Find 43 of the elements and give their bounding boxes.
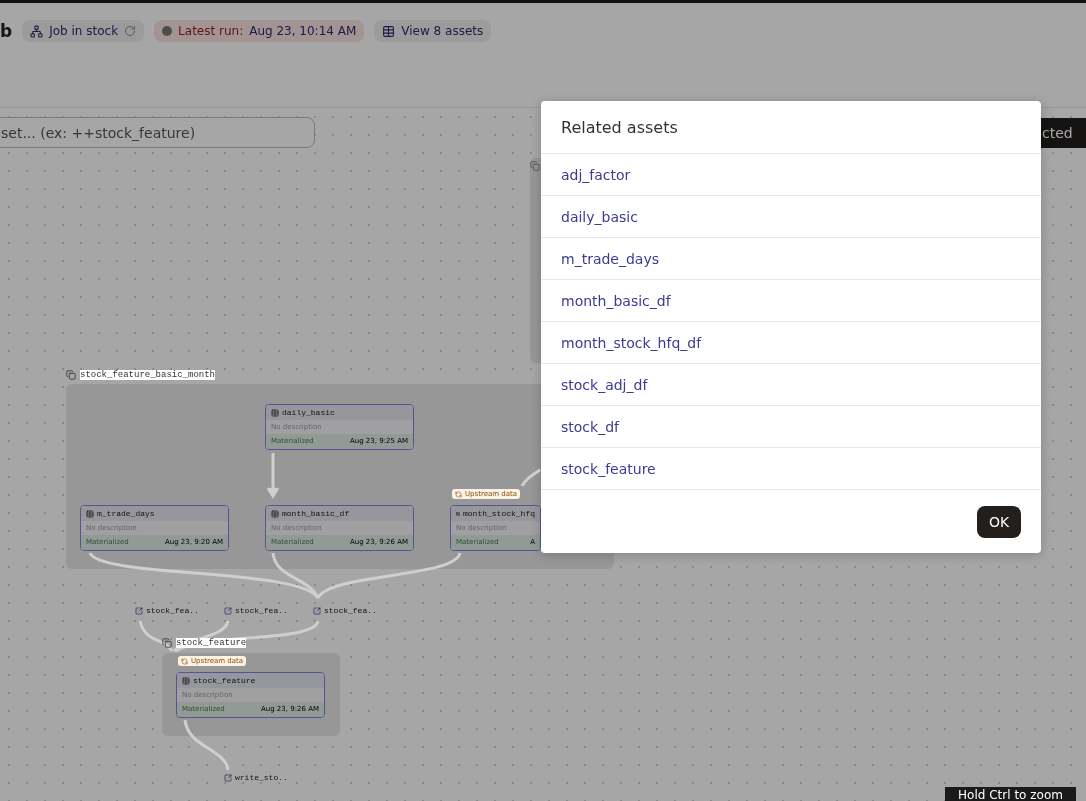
zoom-tooltip: Hold Ctrl to zoom	[945, 787, 1076, 801]
toggle-button[interactable]: cted	[1041, 118, 1086, 148]
status-dot	[162, 26, 173, 36]
op-node[interactable]: stock_fea..	[135, 606, 199, 615]
ok-button[interactable]: OK	[977, 505, 1021, 538]
run-label: Latest run:	[178, 24, 244, 38]
latest-run-pill[interactable]: Latest run: Aug 23, 10:14 AM	[154, 20, 365, 42]
view-assets-pill[interactable]: View 8 assets	[374, 20, 492, 42]
external-link-icon	[224, 606, 232, 615]
asset-link[interactable]: m_trade_days	[541, 238, 1041, 280]
external-link-icon	[135, 606, 143, 615]
group-label: stock_feature	[176, 638, 247, 648]
asset-name: stock_feature	[193, 676, 256, 685]
group-icon	[162, 638, 172, 648]
group-icon	[66, 370, 76, 380]
network-icon	[30, 24, 44, 38]
group-label: stock_feature_basic_month	[80, 370, 216, 380]
asset-link[interactable]: daily_basic	[541, 196, 1041, 238]
asset-name: daily_basic	[282, 408, 335, 417]
external-link-icon	[313, 606, 321, 615]
asset-link[interactable]: month_basic_df	[541, 280, 1041, 322]
asset-name: month_stock_hfq	[463, 509, 535, 518]
op-node[interactable]: write_sto..	[224, 773, 288, 782]
search-field[interactable]: set... (ex: ++stock_feature)	[0, 117, 315, 148]
external-link-icon	[224, 773, 232, 782]
asset-name: month_basic_df	[282, 509, 350, 518]
dialog-title: Related assets	[541, 101, 1041, 154]
asset-link[interactable]: stock_feature	[541, 448, 1041, 490]
asset-link[interactable]: adj_factor	[541, 154, 1041, 196]
connector-line	[266, 453, 280, 499]
asset-link[interactable]: month_stock_hfq_df	[541, 322, 1041, 364]
connector-line	[183, 719, 230, 771]
refresh-icon	[124, 25, 137, 37]
connector-line	[520, 468, 541, 487]
job-pill[interactable]: Job in stock	[22, 20, 145, 42]
asset-link[interactable]: stock_adj_df	[541, 364, 1041, 406]
op-node[interactable]: stock_fea..	[224, 606, 288, 615]
asset-link[interactable]: stock_df	[541, 406, 1041, 448]
op-node[interactable]: stock_fea..	[313, 606, 377, 615]
run-time: Aug 23, 10:14 AM	[249, 24, 357, 38]
page-title: b	[0, 20, 13, 42]
asset-name: m_trade_days	[97, 509, 155, 518]
group-icon	[530, 161, 540, 171]
